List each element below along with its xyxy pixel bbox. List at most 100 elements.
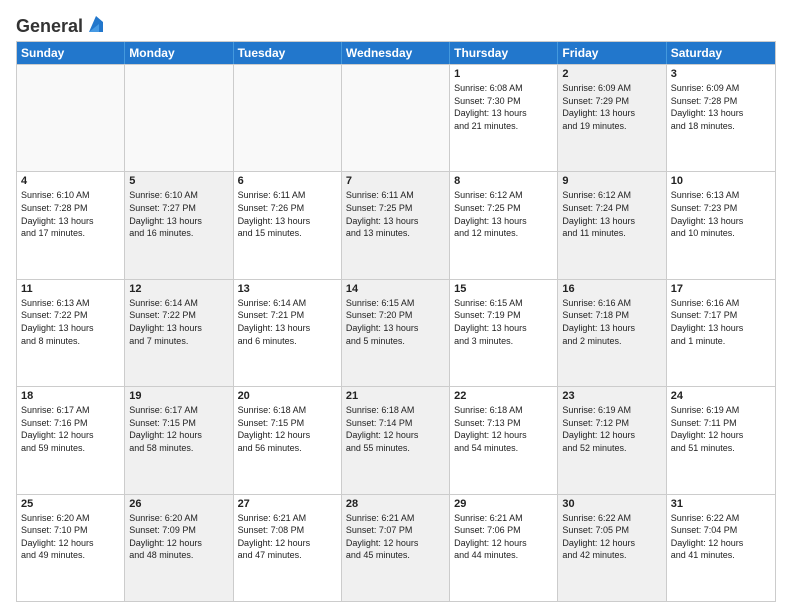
day-cell-15: 15 Sunrise: 6:15 AM Sunset: 7:19 PM Dayli… [450,280,558,386]
day-cell-5: 5Sunrise: 6:10 AM Sunset: 7:27 PM Daylig… [125,172,233,278]
day-info: Sunrise: 6:11 AM Sunset: 7:25 PM Dayligh… [346,189,445,239]
day-info: Sunrise: 6:16 AM Sunset: 7:17 PM Dayligh… [671,297,771,347]
day-info: Sunrise: 6:21 AM Sunset: 7:08 PM Dayligh… [238,512,337,562]
day-number: 29 [454,498,553,510]
day-info: Sunrise: 6:18 AM Sunset: 7:14 PM Dayligh… [346,404,445,454]
empty-cell [125,65,233,171]
weekday-header-tuesday: Tuesday [234,42,342,64]
day-cell-29: 29 Sunrise: 6:21 AM Sunset: 7:06 PM Dayli… [450,495,558,601]
day-number: 11 [21,283,120,295]
day-info: Sunrise: 6:21 AM Sunset: 7:07 PM Dayligh… [346,512,445,562]
day-cell-18: 18Sunrise: 6:17 AM Sunset: 7:16 PM Dayli… [17,387,125,493]
day-number: 12 [129,283,228,295]
weekday-header-sunday: Sunday [17,42,125,64]
day-info: Sunrise: 6:10 AM Sunset: 7:27 PM Dayligh… [129,189,228,239]
day-cell-31: 31 Sunrise: 6:22 AM Sunset: 7:04 PM Dayli… [667,495,775,601]
day-cell-21: 21Sunrise: 6:18 AM Sunset: 7:14 PM Dayli… [342,387,450,493]
day-number: 28 [346,498,445,510]
day-cell-1: 1 Sunrise: 6:08 AM Sunset: 7:30 PM Daylig… [450,65,558,171]
day-cell-9: 9Sunrise: 6:12 AM Sunset: 7:24 PM Daylig… [558,172,666,278]
day-info: Sunrise: 6:22 AM Sunset: 7:04 PM Dayligh… [671,512,771,562]
day-info: Sunrise: 6:18 AM Sunset: 7:13 PM Dayligh… [454,404,553,454]
day-info: Sunrise: 6:14 AM Sunset: 7:22 PM Dayligh… [129,297,228,347]
calendar: SundayMondayTuesdayWednesdayThursdayFrid… [16,41,776,602]
day-number: 26 [129,498,228,510]
day-number: 19 [129,390,228,402]
logo: General [16,16,107,33]
day-number: 15 [454,283,553,295]
day-info: Sunrise: 6:14 AM Sunset: 7:21 PM Dayligh… [238,297,337,347]
day-number: 20 [238,390,337,402]
calendar-body: 1 Sunrise: 6:08 AM Sunset: 7:30 PM Daylig… [17,64,775,601]
day-info: Sunrise: 6:10 AM Sunset: 7:28 PM Dayligh… [21,189,120,239]
weekday-header-thursday: Thursday [450,42,558,64]
day-number: 18 [21,390,120,402]
calendar-row-3: 18Sunrise: 6:17 AM Sunset: 7:16 PM Dayli… [17,386,775,493]
day-cell-3: 3Sunrise: 6:09 AM Sunset: 7:28 PM Daylig… [667,65,775,171]
day-info: Sunrise: 6:15 AM Sunset: 7:20 PM Dayligh… [346,297,445,347]
empty-cell [342,65,450,171]
day-number: 4 [21,175,120,187]
day-cell-4: 4 Sunrise: 6:10 AM Sunset: 7:28 PM Daylig… [17,172,125,278]
day-cell-19: 19 Sunrise: 6:17 AM Sunset: 7:15 PM Dayli… [125,387,233,493]
day-number: 3 [671,68,771,80]
day-info: Sunrise: 6:13 AM Sunset: 7:22 PM Dayligh… [21,297,120,347]
day-cell-13: 13 Sunrise: 6:14 AM Sunset: 7:21 PM Dayli… [234,280,342,386]
day-info: Sunrise: 6:15 AM Sunset: 7:19 PM Dayligh… [454,297,553,347]
day-cell-2: 2 Sunrise: 6:09 AM Sunset: 7:29 PM Daylig… [558,65,666,171]
day-info: Sunrise: 6:08 AM Sunset: 7:30 PM Dayligh… [454,82,553,132]
day-number: 22 [454,390,553,402]
weekday-header-friday: Friday [558,42,666,64]
header: General [16,16,776,33]
day-cell-25: 25 Sunrise: 6:20 AM Sunset: 7:10 PM Dayli… [17,495,125,601]
day-number: 8 [454,175,553,187]
day-info: Sunrise: 6:22 AM Sunset: 7:05 PM Dayligh… [562,512,661,562]
day-number: 16 [562,283,661,295]
day-number: 30 [562,498,661,510]
day-cell-8: 8 Sunrise: 6:12 AM Sunset: 7:25 PM Daylig… [450,172,558,278]
page: General SundayMondayTuesdayWednesdayThur… [0,0,792,612]
day-cell-20: 20 Sunrise: 6:18 AM Sunset: 7:15 PM Dayli… [234,387,342,493]
day-info: Sunrise: 6:17 AM Sunset: 7:15 PM Dayligh… [129,404,228,454]
day-cell-28: 28 Sunrise: 6:21 AM Sunset: 7:07 PM Dayli… [342,495,450,601]
day-cell-10: 10 Sunrise: 6:13 AM Sunset: 7:23 PM Dayli… [667,172,775,278]
weekday-header-saturday: Saturday [667,42,775,64]
day-number: 25 [21,498,120,510]
day-number: 24 [671,390,771,402]
day-number: 17 [671,283,771,295]
calendar-row-1: 4 Sunrise: 6:10 AM Sunset: 7:28 PM Daylig… [17,171,775,278]
day-info: Sunrise: 6:09 AM Sunset: 7:29 PM Dayligh… [562,82,661,132]
calendar-header: SundayMondayTuesdayWednesdayThursdayFrid… [17,42,775,64]
weekday-header-wednesday: Wednesday [342,42,450,64]
day-number: 14 [346,283,445,295]
weekday-header-monday: Monday [125,42,233,64]
day-info: Sunrise: 6:16 AM Sunset: 7:18 PM Dayligh… [562,297,661,347]
day-number: 6 [238,175,337,187]
day-cell-24: 24 Sunrise: 6:19 AM Sunset: 7:11 PM Dayli… [667,387,775,493]
day-number: 13 [238,283,337,295]
day-info: Sunrise: 6:13 AM Sunset: 7:23 PM Dayligh… [671,189,771,239]
logo-icon [85,14,107,36]
day-info: Sunrise: 6:18 AM Sunset: 7:15 PM Dayligh… [238,404,337,454]
day-number: 2 [562,68,661,80]
calendar-row-4: 25 Sunrise: 6:20 AM Sunset: 7:10 PM Dayli… [17,494,775,601]
day-number: 10 [671,175,771,187]
day-number: 27 [238,498,337,510]
day-cell-27: 27 Sunrise: 6:21 AM Sunset: 7:08 PM Dayli… [234,495,342,601]
day-info: Sunrise: 6:19 AM Sunset: 7:11 PM Dayligh… [671,404,771,454]
calendar-row-0: 1 Sunrise: 6:08 AM Sunset: 7:30 PM Daylig… [17,64,775,171]
day-info: Sunrise: 6:21 AM Sunset: 7:06 PM Dayligh… [454,512,553,562]
day-info: Sunrise: 6:12 AM Sunset: 7:25 PM Dayligh… [454,189,553,239]
day-number: 7 [346,175,445,187]
day-cell-22: 22 Sunrise: 6:18 AM Sunset: 7:13 PM Dayli… [450,387,558,493]
day-number: 1 [454,68,553,80]
day-cell-6: 6Sunrise: 6:11 AM Sunset: 7:26 PM Daylig… [234,172,342,278]
empty-cell [17,65,125,171]
day-info: Sunrise: 6:20 AM Sunset: 7:10 PM Dayligh… [21,512,120,562]
day-cell-30: 30 Sunrise: 6:22 AM Sunset: 7:05 PM Dayli… [558,495,666,601]
day-cell-7: 7 Sunrise: 6:11 AM Sunset: 7:25 PM Daylig… [342,172,450,278]
day-number: 31 [671,498,771,510]
day-info: Sunrise: 6:19 AM Sunset: 7:12 PM Dayligh… [562,404,661,454]
logo-general: General [16,16,83,37]
day-number: 9 [562,175,661,187]
